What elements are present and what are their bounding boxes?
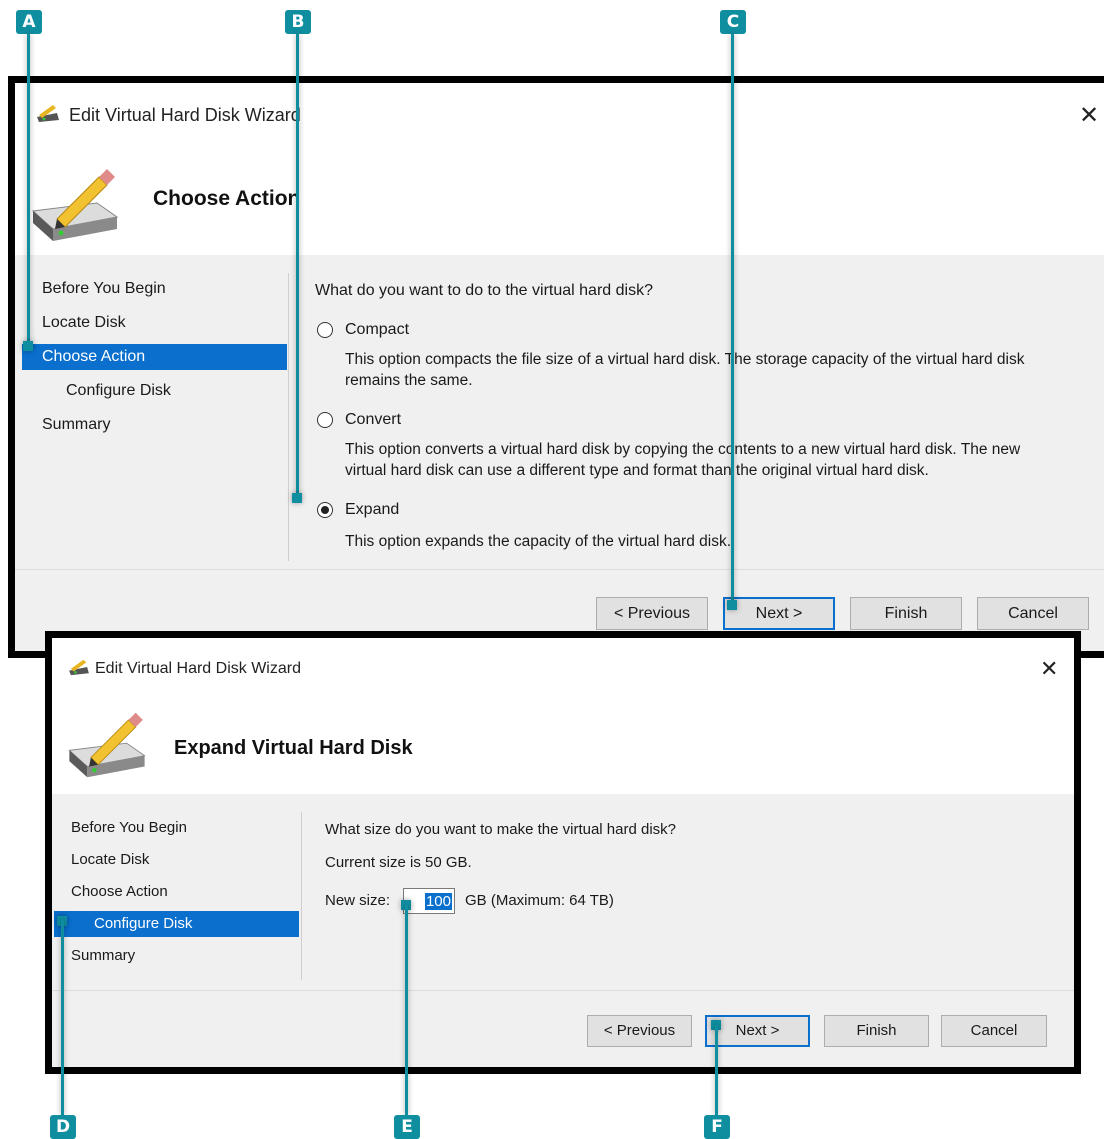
nav-item-before-you-begin[interactable]: Before You Begin: [42, 276, 282, 302]
finish-button[interactable]: Finish: [850, 597, 962, 630]
expand-label[interactable]: Expand: [345, 501, 399, 519]
disk-pencil-icon: [68, 712, 146, 778]
next-button[interactable]: Next >: [723, 597, 835, 630]
nav-separator: [301, 812, 302, 980]
callout-badge-f: F: [704, 1115, 730, 1139]
callout-badge-c: C: [720, 10, 746, 34]
title-bar: Edit Virtual Hard Disk Wizard ✕: [15, 83, 1104, 143]
compact-label[interactable]: Compact: [345, 321, 409, 339]
size-unit-text: GB (Maximum: 64 TB): [465, 892, 614, 909]
wizard-header: Choose Action: [15, 143, 1104, 255]
callout-badge-e: E: [394, 1115, 420, 1139]
nav-item-before-you-begin[interactable]: Before You Begin: [71, 815, 291, 841]
wizard-body: Before You Begin Locate Disk Choose Acti…: [52, 794, 1074, 1067]
wizard-app-icon: [37, 105, 59, 122]
nav-item-summary[interactable]: Summary: [42, 412, 282, 438]
nav-item-choose-action[interactable]: Choose Action: [71, 879, 291, 905]
wizard-dialog-choose-action: Edit Virtual Hard Disk Wizard ✕ Choose A…: [8, 76, 1104, 658]
new-size-value: 100: [424, 893, 452, 910]
nav-item-choose-action[interactable]: Choose Action: [22, 344, 287, 370]
compact-description-line2: remains the same.: [345, 372, 473, 389]
previous-button[interactable]: < Previous: [587, 1015, 692, 1047]
expand-description: This option expands the capacity of the …: [345, 533, 731, 550]
wizard-header: Expand Virtual Hard Disk: [52, 686, 1074, 794]
current-size-text: Current size is 50 GB.: [325, 854, 472, 871]
callout-line-b: [296, 34, 299, 498]
compact-radio[interactable]: [317, 322, 333, 338]
question-text: What do you want to do to the virtual ha…: [315, 282, 653, 299]
callout-marker-c: [727, 600, 737, 610]
nav-item-configure-disk[interactable]: Configure Disk: [66, 378, 276, 404]
callout-badge-a: A: [16, 10, 42, 34]
convert-description-line1: This option converts a virtual hard disk…: [345, 441, 1021, 458]
callout-marker-a: [23, 341, 33, 351]
nav-item-locate-disk[interactable]: Locate Disk: [42, 310, 282, 336]
title-bar: Edit Virtual Hard Disk Wizard ✕: [52, 638, 1074, 686]
callout-marker-b: [292, 493, 302, 503]
footer-separator: [15, 569, 1104, 570]
callout-line-d: [61, 920, 64, 1116]
disk-pencil-icon: [31, 169, 119, 241]
nav-item-configure-disk[interactable]: Configure Disk: [54, 911, 299, 937]
page-title: Choose Action: [153, 187, 301, 210]
compact-description-line1: This option compacts the file size of a …: [345, 351, 1025, 368]
convert-label[interactable]: Convert: [345, 411, 401, 429]
page-title: Expand Virtual Hard Disk: [174, 737, 413, 759]
callout-line-a: [27, 34, 30, 346]
wizard-dialog-expand-disk: Edit Virtual Hard Disk Wizard ✕ Expand V…: [45, 631, 1081, 1074]
cancel-button[interactable]: Cancel: [941, 1015, 1047, 1047]
cancel-button[interactable]: Cancel: [977, 597, 1089, 630]
window-title: Edit Virtual Hard Disk Wizard: [95, 660, 301, 677]
convert-radio[interactable]: [317, 412, 333, 428]
finish-button[interactable]: Finish: [824, 1015, 929, 1047]
convert-description-line2: virtual hard disk can use a different ty…: [345, 462, 929, 479]
close-icon[interactable]: ✕: [1040, 656, 1058, 682]
previous-button[interactable]: < Previous: [596, 597, 708, 630]
window-title: Edit Virtual Hard Disk Wizard: [69, 105, 301, 125]
callout-badge-b: B: [285, 10, 311, 34]
question-text: What size do you want to make the virtua…: [325, 821, 677, 838]
new-size-label: New size:: [325, 892, 391, 909]
wizard-app-icon: [69, 659, 89, 676]
callout-line-e: [405, 905, 408, 1116]
wizard-body: Before You Begin Locate Disk Choose Acti…: [15, 255, 1104, 651]
callout-badge-d: D: [50, 1115, 76, 1139]
callout-line-c: [731, 34, 734, 602]
nav-item-locate-disk[interactable]: Locate Disk: [71, 847, 291, 873]
nav-separator: [288, 273, 289, 561]
nav-item-summary[interactable]: Summary: [71, 943, 291, 969]
footer-separator: [52, 990, 1074, 991]
callout-line-f: [715, 1025, 718, 1116]
expand-radio[interactable]: [317, 502, 333, 518]
close-icon[interactable]: ✕: [1079, 101, 1099, 130]
